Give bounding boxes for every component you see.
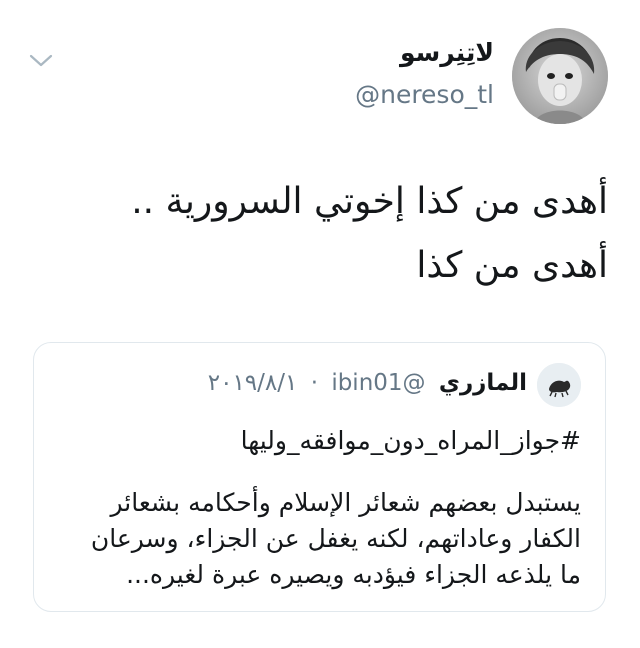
author-handle[interactable]: @nereso_tl — [355, 80, 494, 109]
tweet-text-line: أهدى من كذا — [416, 245, 608, 286]
author-display-name[interactable]: لاتِنِرسو — [400, 38, 494, 67]
quoted-author-avatar[interactable] — [537, 363, 581, 407]
quoted-author-name[interactable]: المازري — [439, 370, 527, 396]
quoted-body-line: ما يلذعه الجزاء فيؤدبه ويصيره عبرة لغيره… — [126, 560, 581, 589]
quoted-hashtag[interactable]: #جواز_المراه_دون_موافقه_وليها — [241, 421, 581, 461]
meta-separator: · — [310, 370, 318, 396]
quoted-author-handle[interactable]: @ibin01 — [331, 370, 425, 396]
quoted-tweet-body: يستبدل بعضهم شعائر الإسلام وأحكامه بشعائ… — [56, 485, 581, 593]
quoted-tweet-date[interactable]: ٢٠١٩/٨/١ — [208, 370, 298, 396]
chevron-down-icon[interactable] — [28, 50, 54, 70]
quoted-tweet[interactable]: المازري @ibin01 · ٢٠١٩/٨/١ #جواز_المراه_… — [33, 342, 606, 612]
author-avatar[interactable] — [512, 28, 608, 124]
quoted-body-line: يستبدل بعضهم شعائر الإسلام وأحكامه بشعائ… — [110, 488, 581, 517]
quoted-body-line: الكفار وعاداتهم، لكنه يغفل عن الجزاء، وس… — [90, 524, 581, 553]
tweet-text-line: أهدى من كذا إخوتي السرورية .. — [131, 181, 608, 222]
tweet-card: لاتِنِرسو @nereso_tl أهدى من كذا إخوتي ا… — [0, 0, 640, 648]
quoted-tweet-header: المازري @ibin01 · ٢٠١٩/٨/١ — [208, 367, 527, 399]
tweet-text: أهدى من كذا إخوتي السرورية .. أهدى من كذ… — [48, 170, 608, 298]
